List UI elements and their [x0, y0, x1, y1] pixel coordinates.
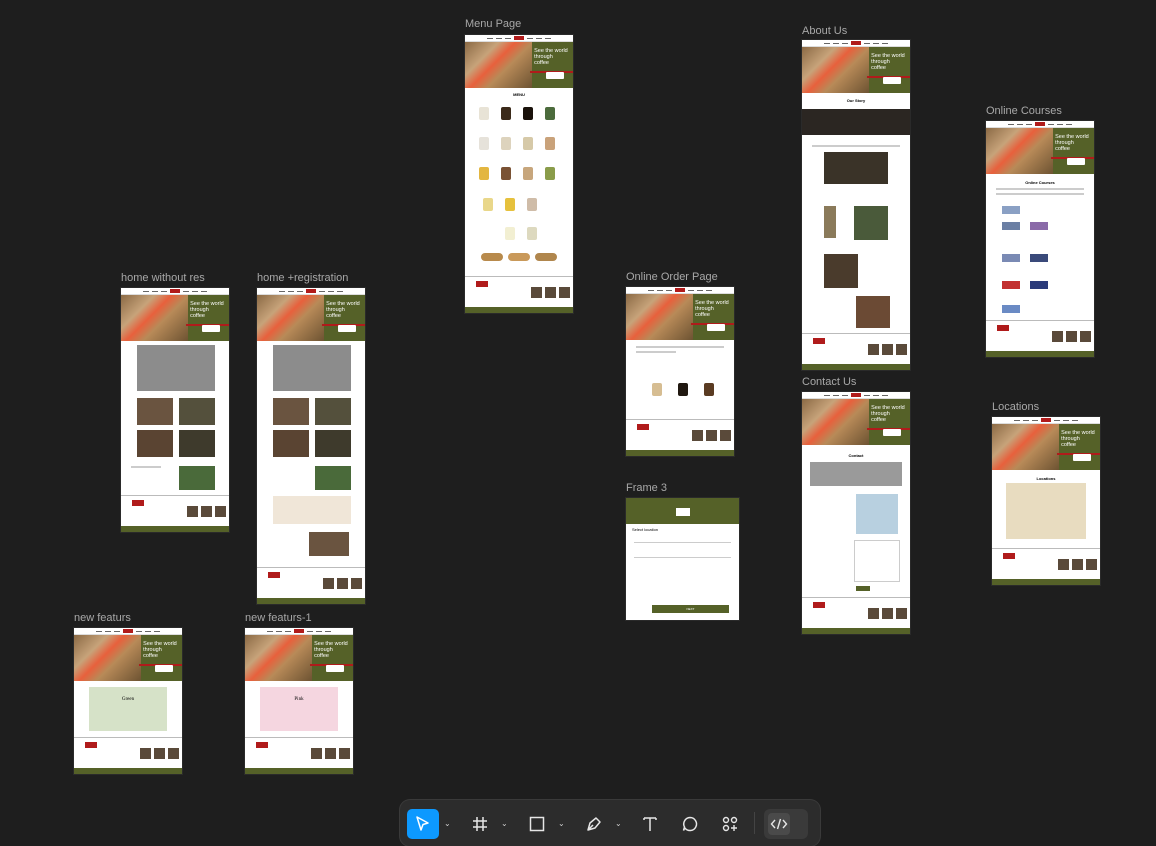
frame-hero: See the world through coffee — [802, 399, 910, 445]
frame-hero: See the world through coffee — [74, 635, 182, 681]
home-without-res-frame[interactable]: See the world through coffee — [121, 288, 229, 532]
home-registration-frame[interactable]: See the world through coffee — [257, 288, 365, 604]
frame-hero: See the world through coffee — [992, 424, 1100, 470]
online-order-frame[interactable]: See the world through coffee — [626, 287, 734, 456]
menu-page-frame[interactable]: See the world through coffee MENU — [465, 35, 573, 313]
hero-tagline: See the world through coffee — [190, 301, 224, 319]
select-location-title: Select location — [632, 527, 659, 532]
frame-label-home-nores[interactable]: home without res — [121, 272, 205, 284]
text-icon — [643, 817, 657, 831]
frame-nav — [986, 121, 1094, 128]
our-story-heading: Our Story — [846, 98, 866, 103]
frame-footer — [802, 597, 910, 634]
frame-hero: See the world through coffee — [245, 635, 353, 681]
toolbar-divider — [754, 812, 755, 834]
contact-heading: Contact — [848, 453, 864, 458]
text-tool-button[interactable] — [636, 809, 664, 839]
comment-icon — [682, 816, 698, 832]
frame-footer — [626, 419, 734, 456]
frame-footer — [245, 737, 353, 774]
cursor-icon — [416, 816, 429, 831]
hero-tagline: See the world through coffee — [1061, 430, 1095, 448]
frame-nav — [121, 288, 229, 295]
frame-footer — [257, 567, 365, 604]
frame-hero: See the world through coffee — [257, 295, 365, 341]
code-icon — [770, 818, 788, 830]
frame-3[interactable]: Select location NEXT — [626, 498, 739, 620]
pen-icon — [587, 817, 601, 831]
frame-tool-chevron-icon[interactable]: ⌄ — [501, 819, 508, 828]
shape-tool-chevron-icon[interactable]: ⌄ — [558, 819, 565, 828]
move-tool-chevron-icon[interactable]: ⌄ — [444, 819, 451, 828]
frame-label-feat1[interactable]: new featurs-1 — [245, 612, 312, 624]
new-featurs-1-frame[interactable]: See the world through coffee Pink — [245, 628, 353, 774]
dev-mode-toggle[interactable] — [764, 809, 808, 839]
frame-nav — [74, 628, 182, 635]
rectangle-icon — [529, 816, 545, 832]
shape-tool-button[interactable] — [523, 809, 551, 839]
hash-frame-icon — [473, 817, 487, 831]
frame-label-feat[interactable]: new featurs — [74, 612, 131, 624]
hero-tagline: See the world through coffee — [1055, 134, 1089, 152]
green-heading: Green — [121, 697, 135, 702]
frame-label-home-reg[interactable]: home +registration — [257, 272, 348, 284]
next-button[interactable]: NEXT — [652, 605, 729, 613]
new-featurs-frame[interactable]: See the world through coffee Green — [74, 628, 182, 774]
actions-tool-button[interactable] — [716, 809, 744, 839]
hero-tagline: See the world through coffee — [695, 300, 729, 318]
actions-icon — [722, 816, 738, 832]
frame-tool-button[interactable] — [466, 809, 494, 839]
locations-frame[interactable]: See the world through coffee Locations — [992, 417, 1100, 585]
frame-label-order[interactable]: Online Order Page — [626, 271, 718, 283]
about-us-frame[interactable]: See the world through coffee Our Story — [802, 40, 910, 370]
frame-footer — [465, 276, 573, 313]
frame-nav — [626, 287, 734, 294]
frame-nav — [992, 417, 1100, 424]
frame-hero: See the world through coffee — [121, 295, 229, 341]
frame-nav — [802, 392, 910, 399]
frame-hero: See the world through coffee — [986, 128, 1094, 174]
frame-nav — [257, 288, 365, 295]
frame-nav — [465, 35, 573, 42]
frame-label-courses[interactable]: Online Courses — [986, 105, 1062, 117]
frame-footer — [121, 495, 229, 532]
hero-tagline: See the world through coffee — [314, 641, 348, 659]
frame-hero: See the world through coffee — [802, 47, 910, 93]
hero-tagline: See the world through coffee — [326, 301, 360, 319]
frame-label-menu[interactable]: Menu Page — [465, 18, 521, 30]
frame-label-frame3[interactable]: Frame 3 — [626, 482, 667, 494]
frame-footer — [992, 548, 1100, 585]
hero-tagline: See the world through coffee — [534, 48, 568, 66]
contact-us-frame[interactable]: See the world through coffee Contact — [802, 392, 910, 634]
pen-tool-button[interactable] — [580, 809, 608, 839]
frame-label-locations[interactable]: Locations — [992, 401, 1039, 413]
hero-tagline: See the world through coffee — [143, 641, 177, 659]
hero-tagline: See the world through coffee — [871, 405, 905, 423]
frame-nav — [245, 628, 353, 635]
frame-label-contact[interactable]: Contact Us — [802, 376, 856, 388]
pink-heading: Pink — [294, 697, 304, 702]
bottom-toolbar: ⌄ ⌄ ⌄ ⌄ — [400, 800, 820, 846]
courses-heading: Online Courses — [1025, 180, 1055, 185]
frame-footer — [986, 320, 1094, 357]
locations-heading: Locations — [1036, 476, 1056, 481]
frame-footer — [802, 333, 910, 370]
comment-tool-button[interactable] — [676, 809, 704, 839]
frame-nav — [802, 40, 910, 47]
pen-tool-chevron-icon[interactable]: ⌄ — [615, 819, 622, 828]
online-courses-frame[interactable]: See the world through coffee Online Cour… — [986, 121, 1094, 357]
frame-hero: See the world through coffee — [626, 294, 734, 340]
menu-heading: MENU — [513, 92, 525, 97]
frame-hero: See the world through coffee — [465, 42, 573, 88]
hero-tagline: See the world through coffee — [871, 53, 905, 71]
frame-label-about[interactable]: About Us — [802, 25, 847, 37]
move-tool-button[interactable] — [407, 809, 439, 839]
frame-footer — [74, 737, 182, 774]
